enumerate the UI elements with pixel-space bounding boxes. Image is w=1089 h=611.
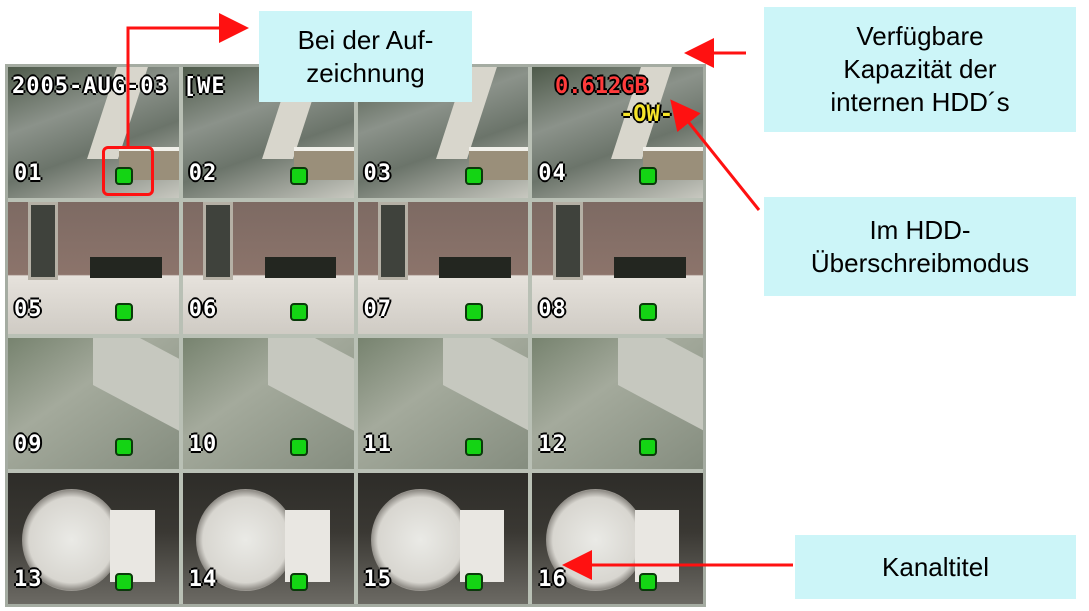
annotation-arrows [126,13,793,580]
arrow-overwrite [670,99,761,211]
arrow-recording [126,13,249,146]
